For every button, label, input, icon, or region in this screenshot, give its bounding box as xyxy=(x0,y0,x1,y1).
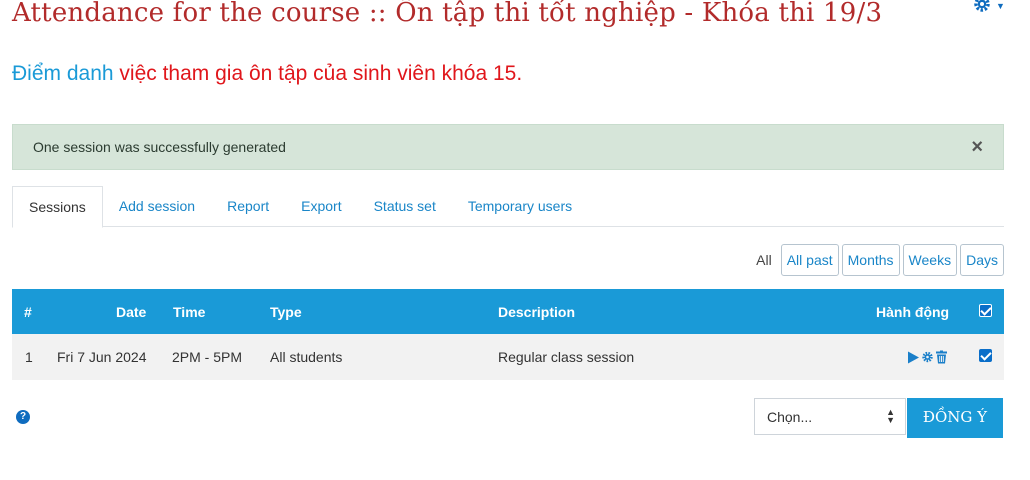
header-num: # xyxy=(24,303,32,320)
row-description: Regular class session xyxy=(498,349,635,365)
table-header: # Date Time Type Description Hành động xyxy=(12,289,1004,334)
select-arrows-icon: ▲ ▼ xyxy=(886,407,895,425)
tab-bar: Sessions Add session Report Export Statu… xyxy=(12,186,1004,228)
alert-message: One session was successfully generated xyxy=(33,139,286,155)
tab-export[interactable]: Export xyxy=(285,186,357,227)
select-all-checkbox[interactable] xyxy=(979,303,992,320)
tab-sessions[interactable]: Sessions xyxy=(12,186,103,228)
close-icon[interactable]: × xyxy=(971,136,983,159)
settings-menu[interactable]: ▼ xyxy=(972,0,1024,16)
intro-highlight: Điểm danh xyxy=(12,62,114,85)
header-description: Description xyxy=(498,303,576,320)
gear-icon[interactable] xyxy=(921,351,934,364)
play-icon[interactable] xyxy=(908,351,919,363)
help-icon[interactable]: ? xyxy=(16,410,30,424)
filter-all-past-button[interactable]: All past xyxy=(780,244,839,276)
filter-weeks-button[interactable]: Weeks xyxy=(902,244,958,276)
header-actions: Hành động xyxy=(876,303,950,320)
gear-icon xyxy=(972,0,992,19)
table-row: 1 Fri 7 Jun 2024 2PM - 5PM All students … xyxy=(12,334,1004,380)
trash-icon[interactable] xyxy=(936,350,947,364)
row-type: All students xyxy=(270,349,343,365)
period-filter: All All past Months Weeks Days xyxy=(756,244,1004,276)
tab-status-set[interactable]: Status set xyxy=(358,186,452,227)
tab-add-session[interactable]: Add session xyxy=(103,186,211,227)
filter-months-button[interactable]: Months xyxy=(841,244,900,276)
success-alert: One session was successfully generated × xyxy=(12,124,1004,170)
header-date[interactable]: Date xyxy=(116,304,146,320)
row-actions xyxy=(908,350,947,364)
filter-current: All xyxy=(756,252,772,268)
header-type: Type xyxy=(270,303,302,320)
sessions-table: # Date Time Type Description Hành động 1… xyxy=(12,289,1004,380)
tab-temporary-users[interactable]: Temporary users xyxy=(452,186,588,227)
row-time: 2PM - 5PM xyxy=(172,349,243,365)
submit-button[interactable]: ĐỒNG Ý xyxy=(907,398,1003,438)
course-intro: Điểm danh việc tham gia ôn tập của sinh … xyxy=(12,62,522,86)
bulk-action-select[interactable]: Chọn... ▲ ▼ xyxy=(754,398,906,435)
row-date: Fri 7 Jun 2024 xyxy=(57,349,147,365)
intro-text: việc tham gia ôn tập của sinh viên khóa … xyxy=(113,62,523,85)
tab-report[interactable]: Report xyxy=(211,186,285,227)
filter-days-button[interactable]: Days xyxy=(960,244,1004,276)
row-num: 1 xyxy=(25,349,33,365)
page-title: Attendance for the course :: Ôn tập thi … xyxy=(12,0,883,28)
row-checkbox[interactable] xyxy=(979,349,992,365)
header-time: Time xyxy=(173,303,206,320)
chevron-down-icon: ▼ xyxy=(996,1,1005,11)
select-value: Chọn... xyxy=(767,409,813,425)
